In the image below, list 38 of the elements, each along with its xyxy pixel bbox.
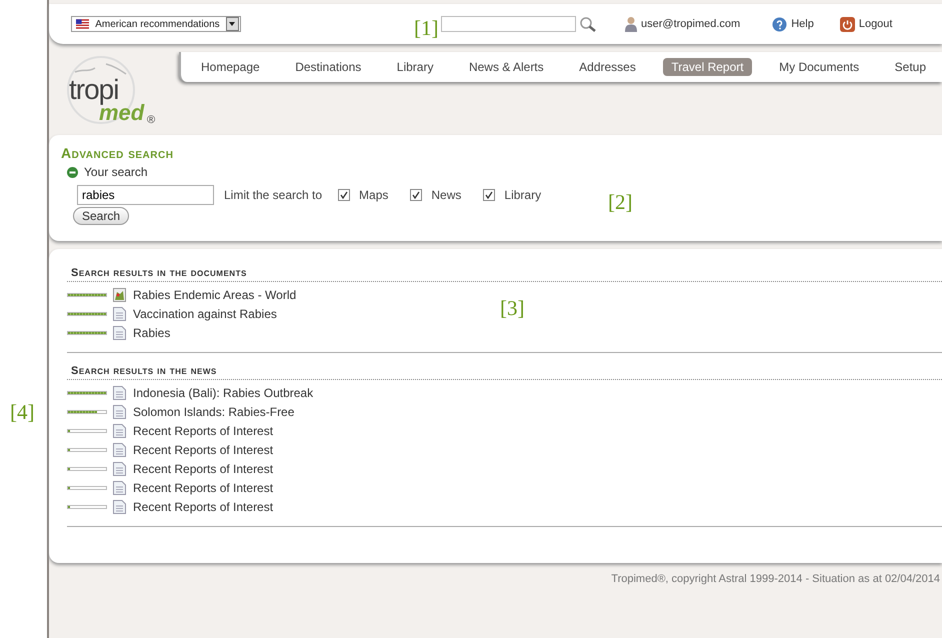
checkbox-label: News xyxy=(431,188,462,202)
checkbox-label: Library xyxy=(504,188,542,202)
result-link[interactable]: Rabies xyxy=(133,326,170,340)
recommendations-dropdown[interactable]: American recommendations xyxy=(71,16,241,32)
result-link[interactable]: Recent Reports of Interest xyxy=(133,424,274,438)
help-link[interactable]: Help xyxy=(772,16,814,32)
annotation-label: [1] xyxy=(414,16,438,40)
nav-tab[interactable]: News & Alerts xyxy=(460,58,552,76)
nav-tab[interactable]: Setup xyxy=(886,58,934,76)
logo-text: tropi xyxy=(69,74,118,105)
result-link[interactable]: Recent Reports of Interest xyxy=(133,480,274,494)
result-link[interactable]: Recent Reports of Interest xyxy=(133,442,274,456)
nav-tab[interactable]: My Documents xyxy=(771,58,868,76)
query-field[interactable]: rabies xyxy=(77,185,214,205)
search-button[interactable]: Search xyxy=(73,207,130,225)
nav-tab[interactable]: Library xyxy=(388,58,442,76)
limit-label: Limit the search to xyxy=(224,188,322,202)
result-link[interactable]: Rabies Endemic Areas - World xyxy=(133,288,296,302)
nav-tab[interactable]: Destinations xyxy=(287,58,370,76)
results-heading: Search results in the news xyxy=(67,365,942,380)
nav-tab[interactable]: Addresses xyxy=(571,58,644,76)
user-email: user@tropimed.com xyxy=(641,18,740,30)
copyright-text: Tropimed®, copyright Astral 1999-2014 - Situation as at 02/04/2014 xyxy=(611,573,940,585)
result-link[interactable]: Vaccination against Rabies xyxy=(133,306,277,320)
checkbox-label: Maps xyxy=(359,188,388,202)
toggle-label: Your search xyxy=(84,165,148,179)
annotation-label: [2] xyxy=(608,190,632,214)
result-link[interactable]: Recent Reports of Interest xyxy=(133,462,274,476)
result-link[interactable]: Recent Reports of Interest xyxy=(133,500,274,514)
result-link[interactable]: Solomon Islands: Rabies-Free xyxy=(133,404,294,418)
nav-tab[interactable]: Homepage xyxy=(193,58,268,76)
annotation-label: [3] xyxy=(500,296,524,320)
registered-mark: ® xyxy=(147,114,156,126)
result-link[interactable]: Indonesia (Bali): Rabies Outbreak xyxy=(133,386,314,400)
annotation-label: [4] xyxy=(10,400,34,424)
section-title: Advanced search xyxy=(61,145,174,161)
results-heading: Search results in the documents xyxy=(67,267,942,282)
logout-link[interactable]: Logout xyxy=(840,16,892,32)
